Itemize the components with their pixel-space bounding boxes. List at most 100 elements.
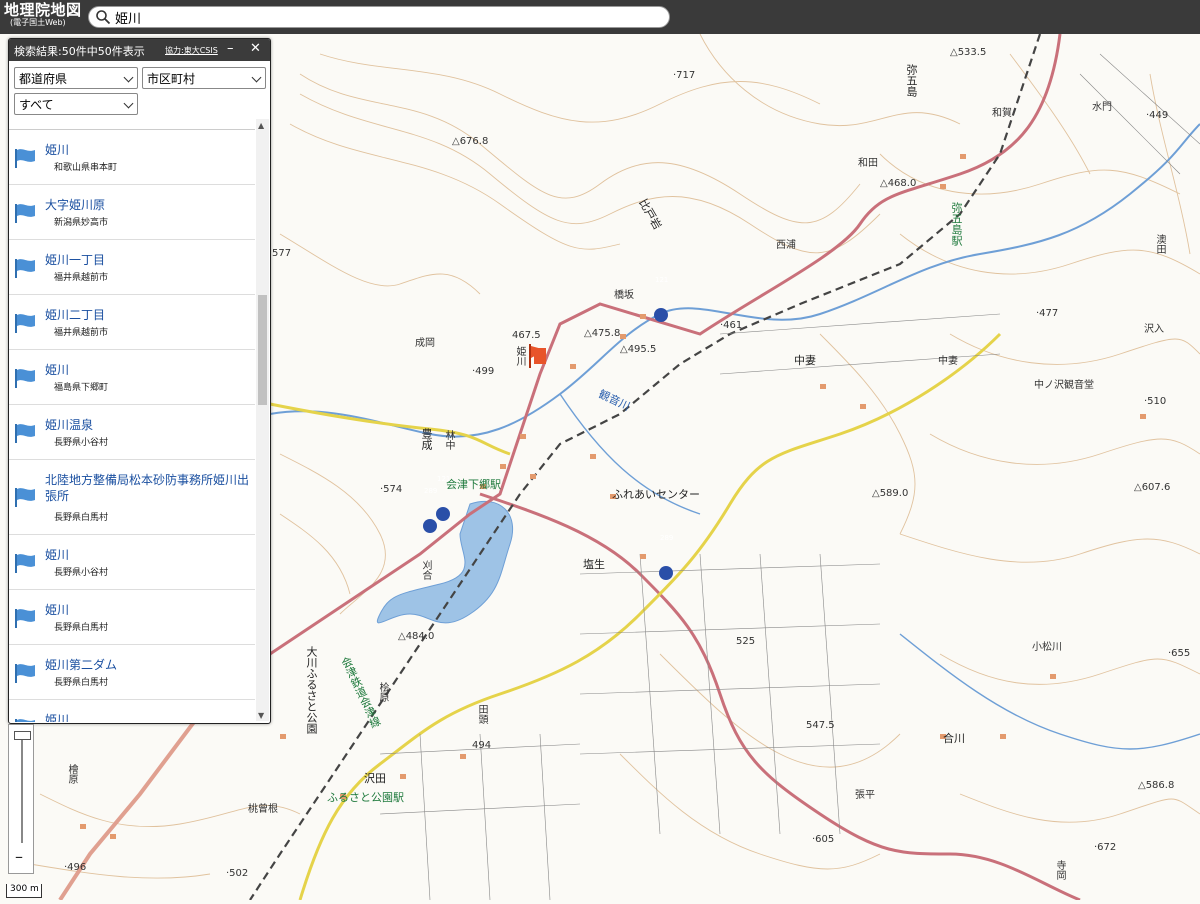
city-select-value: 市区町村 — [147, 72, 196, 86]
result-item[interactable]: 姫川長野県小谷村 — [9, 535, 255, 590]
flag-icon — [15, 369, 35, 388]
result-name[interactable]: 姫川一丁目 — [45, 252, 253, 268]
elevation-label: △468.0 — [880, 178, 917, 189]
map-label: 姫川 — [514, 346, 525, 366]
result-name[interactable]: 姫川二丁目 — [45, 307, 253, 323]
result-address: 長野県小谷村 — [54, 438, 109, 448]
search-input[interactable] — [115, 8, 655, 26]
close-button[interactable]: ✕ — [250, 41, 261, 56]
result-name[interactable]: 姫川 — [45, 142, 253, 158]
result-name[interactable]: 姫川 — [45, 712, 253, 722]
results-scrollbar[interactable]: ▲ ▼ — [256, 119, 269, 721]
result-address: 長野県白馬村 — [54, 623, 109, 633]
zoom-rail[interactable] — [21, 739, 23, 843]
result-item[interactable]: 姫川長野県白馬村 — [9, 590, 255, 645]
result-item[interactable]: 北陸地方整備局松本砂防事務所姫川出張所長野県白馬村 — [9, 460, 255, 535]
scrollbar-thumb[interactable] — [258, 295, 267, 405]
flag-icon — [15, 488, 35, 507]
map-label: 弥五島駅 — [950, 202, 963, 246]
scroll-down-icon[interactable]: ▼ — [258, 711, 266, 720]
result-address: 新潟県妙高市 — [54, 218, 109, 228]
map-label: 西浦 — [776, 240, 796, 251]
map-label: 張平 — [855, 790, 875, 801]
result-address: 長野県白馬村 — [54, 513, 109, 523]
result-item[interactable]: 姫川第二ダム 長野県白馬村 — [9, 645, 255, 700]
result-item[interactable]: 姫川 — [9, 700, 255, 722]
elevation-label: ·449 — [1146, 110, 1169, 121]
search-icon[interactable] — [95, 9, 111, 25]
elevation-label: 525 — [736, 636, 756, 647]
elevation-label: △495.5 — [620, 344, 657, 355]
map-label: ふれあいセンター — [612, 488, 700, 501]
result-name[interactable]: 姫川 — [45, 602, 253, 618]
map-label: 桃曾根 — [248, 804, 278, 815]
map-label: 檜原 — [66, 764, 77, 784]
road-number: 121 — [437, 475, 451, 483]
result-name[interactable]: 姫川 — [45, 547, 253, 563]
city-select[interactable]: 市区町村 — [142, 67, 266, 89]
map-label: 大川ふるさと公園 — [305, 646, 318, 734]
scroll-up-icon[interactable]: ▲ — [258, 121, 266, 130]
elevation-label: ·655 — [1168, 648, 1191, 659]
result-name[interactable]: 姫川温泉 — [45, 417, 253, 433]
map-label: 沢田 — [364, 772, 386, 785]
road-number: 289 — [424, 487, 438, 495]
elevation-label: ·477 — [1036, 308, 1059, 319]
result-name[interactable]: 北陸地方整備局松本砂防事務所姫川出張所 — [45, 472, 253, 504]
flag-icon — [15, 554, 35, 573]
app-logo[interactable]: 地理院地図 (電子国土Web) — [4, 3, 82, 27]
app-title: 地理院地図 — [4, 1, 82, 19]
credit-link[interactable]: 協力:東大CSIS — [165, 45, 218, 56]
elevation-label: ·496 — [64, 862, 87, 873]
flag-icon — [15, 609, 35, 628]
result-address: 福井県越前市 — [54, 328, 109, 338]
prefecture-select[interactable]: 都道府県 — [14, 67, 138, 89]
map-label: 刈合 — [420, 560, 431, 580]
panel-header: 検索結果:50件中50件表示 協力:東大CSIS – ✕ — [9, 39, 270, 61]
map-label: 和賀 — [992, 108, 1012, 119]
elevation-label: △589.0 — [872, 488, 909, 499]
map-label: 小松川 — [1032, 642, 1062, 653]
search-box[interactable] — [88, 6, 670, 28]
top-bar: 地理院地図 (電子国土Web) — [0, 0, 1200, 34]
app-subtitle: (電子国土Web) — [10, 18, 66, 27]
flag-icon — [15, 314, 35, 333]
type-select[interactable]: すべて — [14, 93, 138, 115]
result-item[interactable]: 大字姫川原新潟県妙高市 — [9, 185, 255, 240]
result-item[interactable]: 姫川温泉長野県小谷村 — [9, 405, 255, 460]
map-label: 水門 — [1092, 102, 1112, 113]
result-item[interactable]: 姫川二丁目福井県越前市 — [9, 295, 255, 350]
elevation-label: ·499 — [472, 366, 495, 377]
flag-icon — [15, 149, 35, 168]
map-label: 豊成 — [420, 428, 433, 450]
elevation-label: 577 — [272, 248, 292, 259]
result-item[interactable]: 姫川 福島県下郷町 — [9, 350, 255, 405]
map-label: 寺岡 — [1054, 860, 1065, 880]
result-item[interactable]: 姫川一丁目福井県越前市 — [9, 240, 255, 295]
flag-icon — [15, 204, 35, 223]
map-label: 林中 — [443, 430, 454, 450]
zoom-out-button[interactable]: – — [15, 847, 23, 866]
result-name[interactable]: 大字姫川原 — [45, 197, 253, 213]
map-label: 橋坂 — [614, 290, 634, 301]
scale-bar: 300 m — [6, 884, 42, 898]
elevation-label: ·672 — [1094, 842, 1117, 853]
minimize-button[interactable]: – — [227, 41, 234, 56]
result-name[interactable]: 姫川第二ダム — [45, 657, 253, 673]
map-label: 田頭 — [476, 704, 487, 724]
result-item[interactable]: 姫川 和歌山県串本町 — [9, 130, 255, 185]
result-name[interactable]: 姫川 — [45, 362, 253, 378]
map-label: 桧原 — [377, 682, 388, 702]
elevation-label: 467.5 — [512, 330, 541, 341]
flag-icon — [15, 259, 35, 278]
zoom-slider-handle[interactable] — [14, 731, 31, 740]
elevation-label: ·605 — [812, 834, 835, 845]
result-address: 福井県越前市 — [54, 273, 109, 283]
elevation-label: ·502 — [226, 868, 249, 879]
result-address: 長野県小谷村 — [54, 568, 109, 578]
map-label: 塩生 — [583, 558, 605, 571]
elevation-label: △676.8 — [452, 136, 489, 147]
results-list[interactable]: 姫川 和歌山県串本町 大字姫川原 新潟県妙高市 姫川一丁目 福井県越前市 姫川二丁目 福井県越… — [9, 129, 255, 722]
flag-icon — [15, 719, 35, 722]
elevation-label: △533.5 — [950, 47, 987, 58]
